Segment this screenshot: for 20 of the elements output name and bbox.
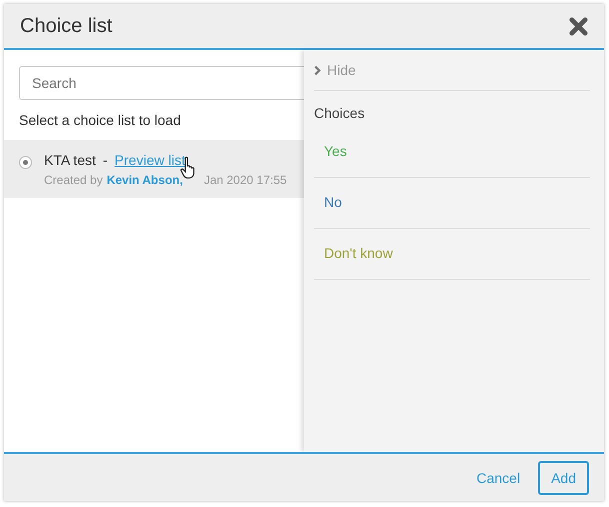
add-button[interactable]: Add bbox=[538, 460, 589, 494]
choice-item: Yes bbox=[314, 127, 590, 178]
cancel-button[interactable]: Cancel bbox=[470, 468, 526, 486]
choice-list-item[interactable]: KTA test - Preview list Created by Kevin Abson, Jan 2020 17:55 bbox=[4, 140, 304, 198]
radio-button[interactable] bbox=[19, 156, 32, 169]
choice-item: Don't know bbox=[314, 229, 590, 280]
author-link[interactable]: Kevin Abson, bbox=[106, 173, 183, 187]
close-icon[interactable] bbox=[569, 16, 588, 36]
choices-heading: Choices bbox=[314, 104, 366, 123]
chevron-right-icon bbox=[314, 64, 321, 76]
created-date: Jan 2020 17:55 bbox=[204, 173, 287, 187]
separator-text: - bbox=[102, 152, 108, 168]
hide-button[interactable]: Hide bbox=[314, 50, 590, 91]
choice-item: No bbox=[314, 178, 590, 229]
preview-link[interactable]: Preview list bbox=[114, 152, 186, 168]
created-label: Created by bbox=[44, 173, 103, 187]
search-field[interactable]: Search bbox=[19, 66, 304, 100]
list-name: KTA test bbox=[44, 152, 96, 168]
instruction-text: Select a choice list to load bbox=[19, 112, 182, 128]
dialog-title: Choice list bbox=[20, 14, 112, 38]
